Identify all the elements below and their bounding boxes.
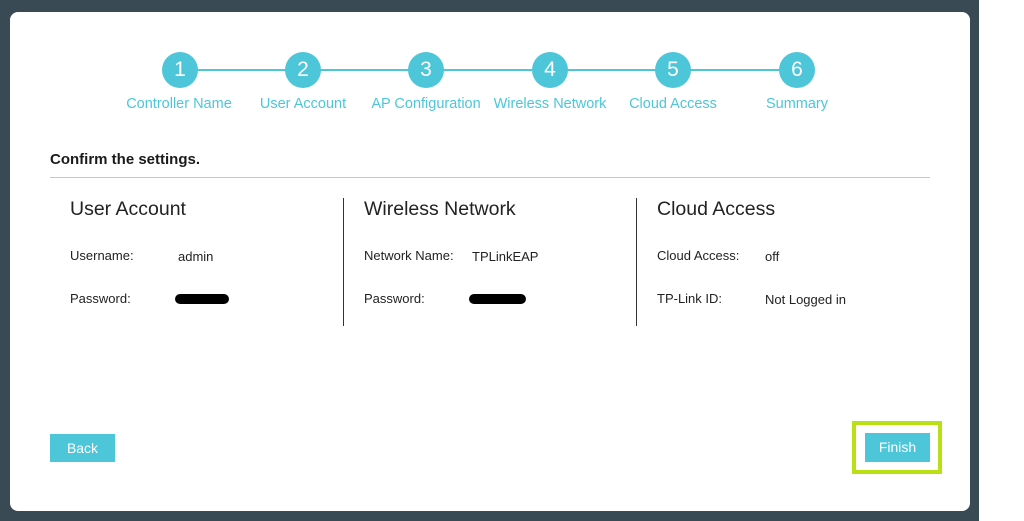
- user-account-title: User Account: [70, 198, 186, 220]
- cloud-access-value: off: [765, 249, 780, 264]
- network-name-label: Network Name:: [364, 248, 454, 263]
- username-label: Username:: [70, 248, 134, 263]
- user-password-redacted: [175, 294, 229, 304]
- stepper-connector-line: [180, 69, 797, 71]
- wireless-network-title: Wireless Network: [364, 198, 516, 220]
- step-2-circle[interactable]: 2: [285, 52, 321, 88]
- step-6-label: Summary: [765, 96, 829, 112]
- heading-divider: [50, 177, 930, 178]
- section-divider-2: [636, 198, 637, 326]
- confirm-heading: Confirm the settings.: [50, 151, 201, 168]
- cloud-access-label: Cloud Access:: [657, 248, 740, 263]
- tplink-id-label: TP-Link ID:: [657, 291, 723, 306]
- finish-button[interactable]: Finish: [865, 433, 930, 462]
- tplink-id-value: Not Logged in: [765, 292, 846, 307]
- back-button[interactable]: Back: [50, 434, 115, 462]
- step-3-circle[interactable]: 3: [408, 52, 444, 88]
- network-name-value: TPLinkEAP: [472, 249, 539, 264]
- username-value: admin: [178, 249, 214, 264]
- step-6-circle[interactable]: 6: [779, 52, 815, 88]
- user-password-label: Password:: [70, 291, 131, 306]
- cloud-access-title: Cloud Access: [657, 198, 776, 220]
- step-1-circle[interactable]: 1: [162, 52, 198, 88]
- step-4-circle[interactable]: 4: [532, 52, 568, 88]
- section-divider-1: [343, 198, 344, 326]
- step-5-circle[interactable]: 5: [655, 52, 691, 88]
- wireless-password-redacted: [469, 294, 526, 304]
- wireless-password-label: Password:: [364, 291, 425, 306]
